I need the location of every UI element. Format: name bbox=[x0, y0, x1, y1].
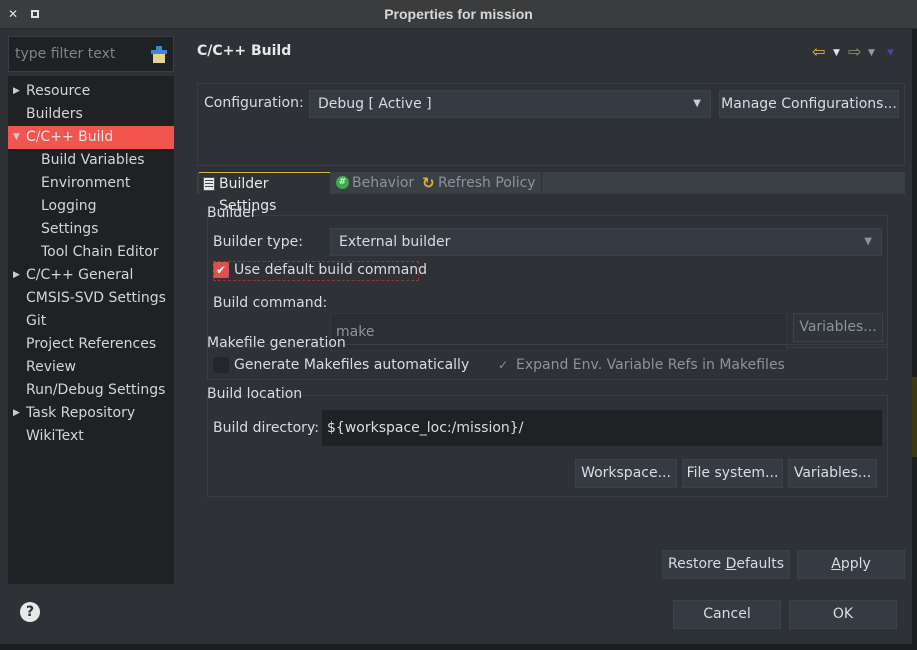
tree-item-label: Settings bbox=[41, 221, 99, 237]
use-default-build-command-checkbox[interactable]: ✔ Use default build command bbox=[213, 261, 427, 281]
tree-item-label: Tool Chain Editor bbox=[41, 244, 159, 260]
page-navigation: ⇦ ▼ ⇨ ▼ ▼ bbox=[812, 44, 902, 61]
tab-bar: Builder Settings # Behavior ↻ Refresh Po… bbox=[197, 172, 905, 214]
tab-label: Behavior bbox=[352, 175, 415, 191]
build-location-label: Build location bbox=[207, 386, 303, 402]
tree-item-label: Run/Debug Settings bbox=[26, 382, 166, 398]
tree-item-label: Build Variables bbox=[41, 152, 145, 168]
title-bar: ✕ Properties for mission bbox=[0, 0, 917, 29]
location-variables-button[interactable]: Variables... bbox=[788, 459, 877, 488]
chevron-down-icon: ▼ bbox=[864, 236, 872, 247]
forward-arrow-icon[interactable]: ⇨ bbox=[848, 44, 861, 60]
tab-refresh-policy[interactable]: ↻ Refresh Policy bbox=[418, 172, 542, 194]
forward-history-dropdown-icon[interactable]: ▼ bbox=[868, 45, 875, 61]
configuration-value: Debug [ Active ] bbox=[318, 96, 432, 112]
ok-button[interactable]: OK bbox=[789, 600, 897, 629]
filter-box bbox=[8, 36, 174, 72]
use-default-build-command-label: Use default build command bbox=[234, 262, 428, 278]
restore-defaults-button[interactable]: Restore Defaults bbox=[662, 550, 790, 579]
configuration-section: Configuration: Debug [ Active ] ▼ Manage… bbox=[197, 83, 905, 166]
makefile-generation-label: Makefile generation bbox=[207, 335, 346, 351]
builder-group-label: Builder bbox=[207, 205, 257, 221]
tree-item-cpp-general[interactable]: ▶ C/C++ General bbox=[8, 264, 174, 287]
tree-item-build-variables[interactable]: Build Variables bbox=[8, 149, 174, 172]
background-window-edge bbox=[912, 29, 917, 650]
tab-behavior[interactable]: # Behavior bbox=[332, 172, 416, 194]
expand-arrow-icon[interactable]: ▶ bbox=[13, 264, 20, 287]
tree-item-label: Git bbox=[26, 313, 47, 329]
build-command-label: Build command: bbox=[213, 295, 328, 311]
help-icon[interactable]: ? bbox=[20, 602, 40, 622]
background-window-edge bbox=[0, 644, 912, 650]
collapse-arrow-icon[interactable]: ▼ bbox=[13, 126, 20, 149]
tree-item-label: C/C++ General bbox=[26, 267, 134, 283]
tree-item-label: Resource bbox=[26, 83, 91, 99]
configuration-label: Configuration: bbox=[204, 95, 304, 111]
builder-settings-icon bbox=[203, 177, 215, 191]
expand-arrow-icon[interactable]: ▶ bbox=[13, 80, 20, 103]
tree-item-settings[interactable]: Settings bbox=[8, 218, 174, 241]
tree-item-run-debug-settings[interactable]: Run/Debug Settings bbox=[8, 379, 174, 402]
tree-item-cpp-build[interactable]: ▼ C/C++ Build bbox=[8, 126, 174, 149]
tab-builder-settings[interactable]: Builder Settings bbox=[199, 172, 330, 214]
tree-item-environment[interactable]: Environment bbox=[8, 172, 174, 195]
tree-item-task-repository[interactable]: ▶ Task Repository bbox=[8, 402, 174, 425]
tab-label: Refresh Policy bbox=[438, 175, 536, 191]
build-directory-input[interactable] bbox=[321, 409, 883, 447]
tree-item-builders[interactable]: Builders bbox=[8, 103, 174, 126]
page-title: C/C++ Build bbox=[197, 43, 292, 59]
refresh-icon: ↻ bbox=[422, 174, 435, 192]
tree-item-label: Project References bbox=[26, 336, 157, 352]
checkbox-unchecked-icon[interactable] bbox=[213, 357, 229, 373]
cancel-button[interactable]: Cancel bbox=[673, 600, 781, 629]
tree-item-resource[interactable]: ▶ Resource bbox=[8, 80, 174, 103]
tree-item-label: C/C++ Build bbox=[26, 129, 114, 145]
builder-variables-button[interactable]: Variables... bbox=[793, 313, 883, 342]
back-arrow-icon[interactable]: ⇦ bbox=[812, 44, 825, 60]
tree-item-logging[interactable]: Logging bbox=[8, 195, 174, 218]
tree-item-label: Task Repository bbox=[26, 405, 136, 421]
workspace-button[interactable]: Workspace... bbox=[575, 459, 677, 488]
chevron-down-icon: ▼ bbox=[693, 98, 701, 109]
tree-item-wikitext[interactable]: WikiText bbox=[8, 425, 174, 448]
mnemonic: A bbox=[831, 556, 841, 572]
build-directory-label: Build directory: bbox=[213, 420, 319, 436]
tree-item-git[interactable]: Git bbox=[8, 310, 174, 333]
tree-item-label: WikiText bbox=[26, 428, 84, 444]
filter-input[interactable] bbox=[9, 37, 149, 71]
manage-configurations-button[interactable]: Manage Configurations... bbox=[719, 90, 899, 118]
tree-item-label: Review bbox=[26, 359, 76, 375]
properties-dialog: ▶ Resource Builders ▼ C/C++ Build Build Va… bbox=[0, 29, 912, 644]
apply-button[interactable]: Apply bbox=[797, 550, 905, 579]
configuration-select[interactable]: Debug [ Active ] ▼ bbox=[309, 90, 711, 118]
builder-type-select[interactable]: External builder ▼ bbox=[330, 228, 882, 256]
button-text: Restore bbox=[667, 556, 726, 572]
checkbox-checked-icon[interactable]: ✔ bbox=[213, 262, 229, 278]
mnemonic: D bbox=[725, 556, 737, 572]
button-text: pply bbox=[840, 556, 871, 572]
tree-item-project-references[interactable]: Project References bbox=[8, 333, 174, 356]
tree-item-label: Environment bbox=[41, 175, 131, 191]
checkbox-checked-icon[interactable]: ✓ bbox=[495, 357, 511, 373]
tree-item-cmsis-svd-settings[interactable]: CMSIS-SVD Settings bbox=[8, 287, 174, 310]
builder-type-value: External builder bbox=[339, 234, 451, 250]
button-text: efaults bbox=[736, 556, 785, 572]
generate-makefiles-label: Generate Makefiles automatically bbox=[234, 357, 470, 373]
tree-item-label: CMSIS-SVD Settings bbox=[26, 290, 166, 306]
expand-env-refs-label: Expand Env. Variable Refs in Makefiles bbox=[516, 357, 785, 373]
tree-item-review[interactable]: Review bbox=[8, 356, 174, 379]
file-system-button[interactable]: File system... bbox=[682, 459, 783, 488]
behavior-icon: # bbox=[336, 176, 349, 189]
view-menu-icon[interactable]: ▼ bbox=[887, 45, 894, 61]
property-page-tree: ▶ Resource Builders ▼ C/C++ Build Build Va… bbox=[8, 76, 174, 584]
tree-item-label: Builders bbox=[26, 106, 83, 122]
back-history-dropdown-icon[interactable]: ▼ bbox=[833, 45, 840, 61]
tree-item-label: Logging bbox=[41, 198, 97, 214]
tree-item-tool-chain-editor[interactable]: Tool Chain Editor bbox=[8, 241, 174, 264]
expand-arrow-icon[interactable]: ▶ bbox=[13, 402, 20, 425]
clear-filter-icon[interactable] bbox=[151, 46, 167, 63]
builder-type-label: Builder type: bbox=[213, 234, 303, 250]
window-title: Properties for mission bbox=[384, 6, 533, 22]
